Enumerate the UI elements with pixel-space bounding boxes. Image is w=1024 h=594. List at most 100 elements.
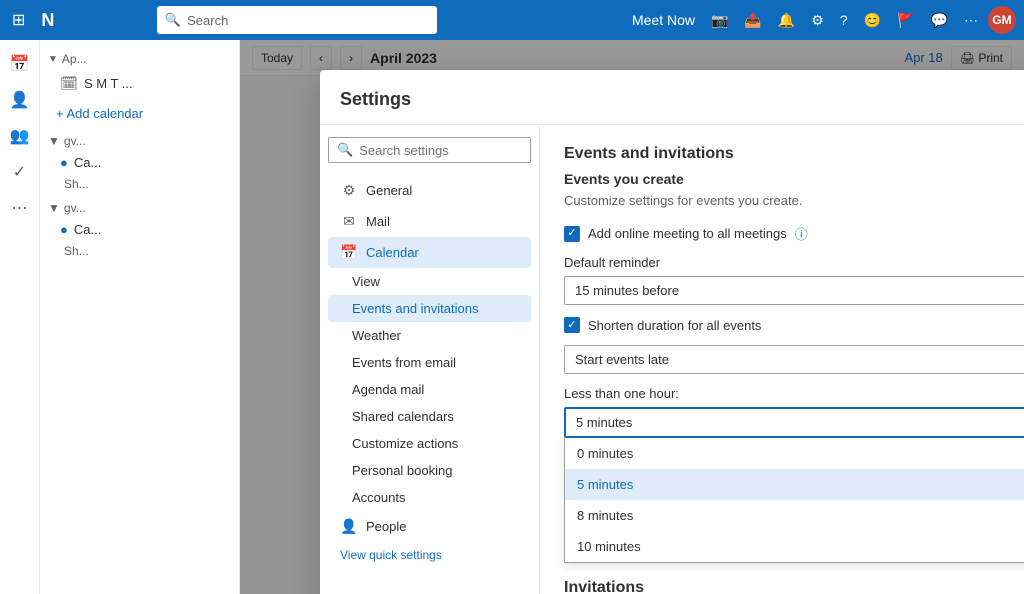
nav-section-header: ▼ Ap... xyxy=(40,48,239,70)
settings-search-box[interactable]: 🔍 xyxy=(328,137,531,163)
nav-panel: ▼ Ap... 🗓 S M T ... + Add calendar ▼ gv.… xyxy=(40,40,240,594)
sub-accounts-label: Accounts xyxy=(352,490,405,505)
settings-search-icon: 🔍 xyxy=(337,142,353,158)
option-0-minutes[interactable]: 0 minutes xyxy=(565,438,1024,469)
more-icon[interactable]: ⋯ xyxy=(958,8,984,33)
settings-sub-events-email[interactable]: Events from email xyxy=(328,349,531,376)
sidebar-btn-calendar[interactable]: 📅 xyxy=(4,48,36,80)
group-label-gv: ▼ gv... xyxy=(40,126,239,150)
settings-sub-agenda[interactable]: Agenda mail xyxy=(328,376,531,403)
add-calendar-button[interactable]: + Add calendar xyxy=(40,101,239,126)
sub-weather-label: Weather xyxy=(352,328,401,343)
settings-sub-accounts[interactable]: Accounts xyxy=(328,484,531,511)
checkmark-icon-2: ✓ xyxy=(567,320,576,331)
nav-section-main: + Add calendar ▼ gv... ● Ca... Sh... ▼ g… xyxy=(40,101,239,260)
sidebar-btn-groups[interactable]: 👥 xyxy=(4,120,36,152)
settings-sub-shared[interactable]: Shared calendars xyxy=(328,403,531,430)
people-icon: 👤 xyxy=(340,518,358,535)
sidebar-btn-people[interactable]: 👤 xyxy=(4,84,36,116)
flag-icon[interactable]: 🚩 xyxy=(891,8,920,33)
info-icon[interactable]: ⓘ xyxy=(795,224,808,243)
option-10-minutes[interactable]: 10 minutes xyxy=(565,531,1024,562)
topbar-actions: Meet Now 📷 📤 🔔 ⚙ ? 😊 🚩 💬 ⋯ GM xyxy=(626,6,1016,34)
settings-nav-people-label: People xyxy=(366,519,406,534)
add-online-meeting-label: Add online meeting to all meetings xyxy=(588,226,787,241)
less-than-one-hour-label: Less than one hour: xyxy=(564,386,1024,401)
meet-now-button[interactable]: Meet Now xyxy=(626,8,701,32)
dialog-header: Settings × xyxy=(320,70,1024,125)
settings-sub-view[interactable]: View xyxy=(328,268,531,295)
default-reminder-dropdown[interactable]: 15 minutes before ▾ xyxy=(564,276,1024,305)
nav-item-calendar-item[interactable]: ● Ca... xyxy=(44,150,235,175)
calendar-mini-icon: 🗓 xyxy=(60,75,78,92)
calendar-main: Today ‹ › April 2023 Apr 18 🖨 Print MON … xyxy=(240,40,1024,594)
events-you-create-heading: Events you create xyxy=(564,171,1024,187)
avatar[interactable]: GM xyxy=(988,6,1016,34)
calendar-dot-icon-2: ● xyxy=(60,222,68,237)
nav-item-calendar[interactable]: 🗓 S M T ... xyxy=(44,70,235,97)
settings-nav-mail[interactable]: ✉ Mail xyxy=(328,206,531,237)
app-logo: N xyxy=(37,10,58,31)
search-icon: 🔍 xyxy=(165,12,181,28)
sub-events-email-label: Events from email xyxy=(352,355,456,370)
settings-nav-general[interactable]: ⚙ General xyxy=(328,175,531,206)
help-icon[interactable]: ? xyxy=(834,8,854,32)
view-quick-settings-link[interactable]: View quick settings xyxy=(328,542,531,568)
shorten-duration-row: ✓ Shorten duration for all events xyxy=(564,317,1024,333)
events-you-create-desc: Customize settings for events you create… xyxy=(564,193,1024,208)
settings-sub-personal-booking[interactable]: Personal booking xyxy=(328,457,531,484)
icon-sidebar: 📅 👤 👥 ✓ ⋯ xyxy=(0,40,40,594)
nav-sub-item: Sh... xyxy=(40,175,239,193)
invitations-heading: Invitations xyxy=(564,579,1024,594)
sub-shared-label: Shared calendars xyxy=(352,409,454,424)
shorten-duration-label: Shorten duration for all events xyxy=(588,318,761,333)
emoji-icon[interactable]: 😊 xyxy=(858,8,887,33)
start-events-dropdown[interactable]: Start events late ▾ xyxy=(564,345,1024,374)
settings-nav-calendar-label: Calendar xyxy=(366,245,419,260)
feedback-icon[interactable]: 💬 xyxy=(925,8,954,33)
share-icon[interactable]: 📤 xyxy=(738,8,767,33)
add-online-meeting-row: ✓ Add online meeting to all meetings ⓘ xyxy=(564,224,1024,243)
sub-personal-label: Personal booking xyxy=(352,463,452,478)
sub-events-label: Events and invitations xyxy=(352,301,478,316)
dialog-title: Settings xyxy=(340,89,1024,110)
checkmark-icon: ✓ xyxy=(567,228,576,239)
option-8-minutes[interactable]: 8 minutes xyxy=(565,500,1024,531)
shorten-duration-checkbox[interactable]: ✓ xyxy=(564,317,580,333)
default-reminder-value: 15 minutes before xyxy=(575,283,679,298)
invitations-section: Invitations Automatically add invitation… xyxy=(564,579,1024,594)
events-section-title: Events and invitations xyxy=(564,145,1024,163)
apps-grid-icon[interactable]: ⊞ xyxy=(8,6,29,34)
camera-icon[interactable]: 📷 xyxy=(705,8,734,33)
settings-nav-calendar[interactable]: 📅 Calendar xyxy=(328,237,531,268)
nav-section-app: ▼ Ap... 🗓 S M T ... xyxy=(40,48,239,97)
option-5-minutes[interactable]: 5 minutes xyxy=(565,469,1024,500)
start-events-value: Start events late xyxy=(575,352,669,367)
settings-sub-events-invitations[interactable]: Events and invitations xyxy=(328,295,531,322)
settings-sub-customize[interactable]: Customize actions xyxy=(328,430,531,457)
chevron-icon: ▼ xyxy=(48,54,58,65)
settings-sub-weather[interactable]: Weather xyxy=(328,322,531,349)
sub-view-label: View xyxy=(352,274,380,289)
sidebar-btn-more[interactable]: ⋯ xyxy=(4,192,36,224)
general-icon: ⚙ xyxy=(340,182,358,199)
less-than-hour-dropdown-list: 0 minutes 5 minutes 8 minutes 10 minutes xyxy=(564,438,1024,563)
settings-search-input[interactable] xyxy=(359,143,522,158)
search-placeholder: Search xyxy=(187,13,228,28)
settings-sidebar: 🔍 ⚙ General ✉ Mail 📅 xyxy=(320,125,540,594)
settings-icon[interactable]: ⚙ xyxy=(805,8,830,33)
settings-dialog: Settings × 🔍 ⚙ General xyxy=(320,70,1024,594)
sub-customize-label: Customize actions xyxy=(352,436,458,451)
settings-nav-mail-label: Mail xyxy=(366,214,390,229)
less-than-hour-value: 5 minutes xyxy=(576,415,632,430)
nav-item-calendar-item-2[interactable]: ● Ca... xyxy=(44,217,235,242)
sidebar-btn-tasks[interactable]: ✓ xyxy=(4,156,36,188)
settings-content: Events and invitations Events you create… xyxy=(540,125,1024,594)
settings-nav-people[interactable]: 👤 People xyxy=(328,511,531,542)
search-box[interactable]: 🔍 Search xyxy=(157,6,437,34)
sub-agenda-label: Agenda mail xyxy=(352,382,424,397)
notification-icon[interactable]: 🔔 xyxy=(772,8,801,33)
less-than-hour-dropdown[interactable]: 5 minutes ▾ xyxy=(564,407,1024,438)
nav-sub-item-2: Sh... xyxy=(40,242,239,260)
add-online-meeting-checkbox[interactable]: ✓ xyxy=(564,226,580,242)
